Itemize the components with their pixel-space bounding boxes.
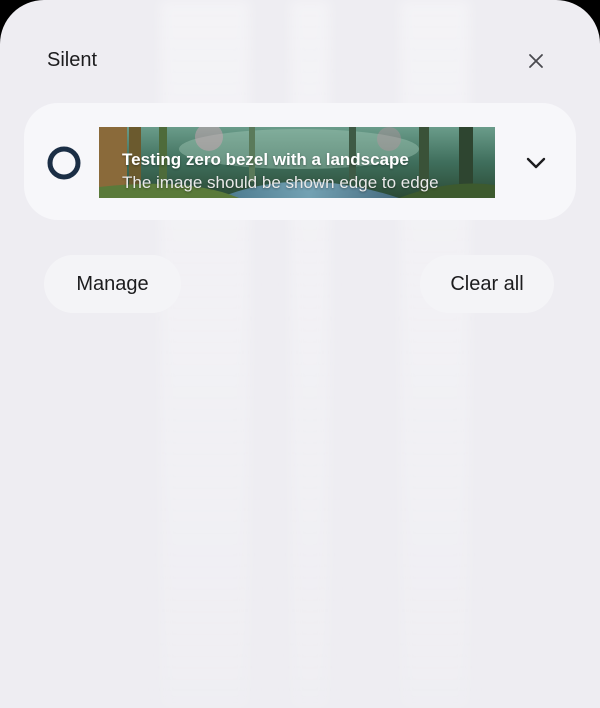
- clear-all-button[interactable]: Clear all: [420, 255, 554, 313]
- notification-image: Testing zero bezel with a landscape The …: [99, 127, 495, 198]
- chevron-down-icon: [526, 157, 546, 169]
- close-button[interactable]: [520, 45, 552, 77]
- notification-card[interactable]: Testing zero bezel with a landscape The …: [24, 103, 576, 220]
- section-header: Silent: [0, 0, 600, 110]
- manage-button[interactable]: Manage: [44, 255, 181, 313]
- notification-title: Testing zero bezel with a landscape: [122, 150, 409, 169]
- notification-text: The image should be shown edge to edge: [122, 173, 439, 192]
- close-icon: [529, 54, 543, 68]
- ring-icon: [47, 146, 81, 180]
- section-title: Silent: [47, 49, 98, 71]
- expand-button[interactable]: [520, 147, 552, 179]
- notification-shade: Silent Testing zero bezel with a landsca…: [0, 0, 600, 708]
